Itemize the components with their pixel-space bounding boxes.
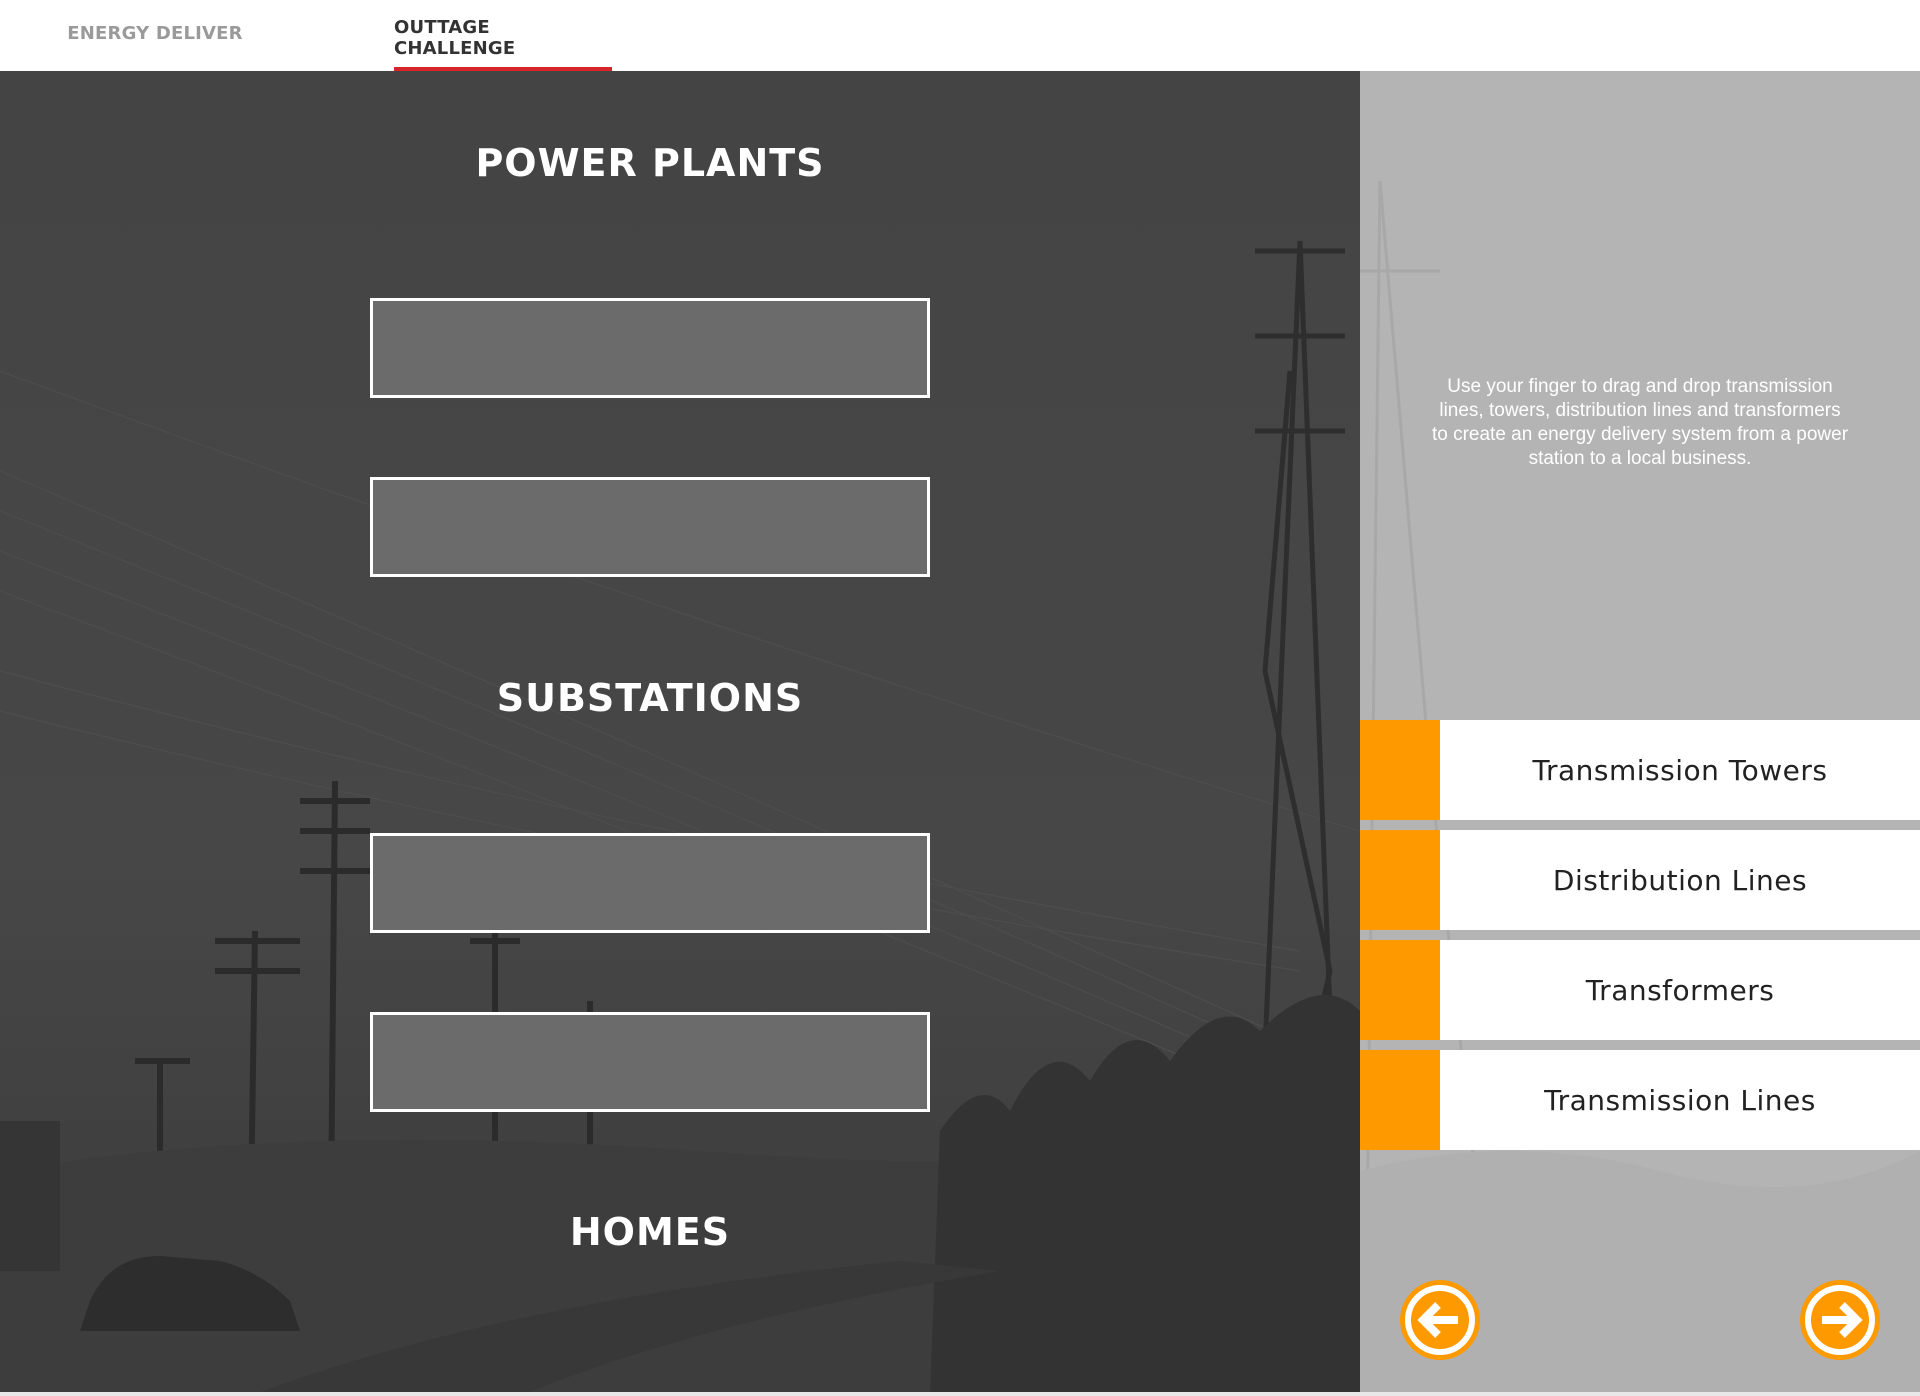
item-label: Transmission Towers (1532, 753, 1828, 787)
draggable-transmission-lines[interactable]: Transmission Lines (1360, 1050, 1920, 1150)
power-plants-drop-slot-1[interactable] (370, 298, 930, 398)
substations-title: SUBSTATIONS (496, 676, 804, 720)
draggable-transformers[interactable]: Transformers (1360, 940, 1920, 1040)
app-root: ENERGY DELIVER OUTTAGE CHALLENGE POWER P… (0, 0, 1920, 1396)
background-scene-image (0, 71, 1360, 1396)
tab-label: ENERGY DELIVER (67, 23, 243, 44)
drag-handle[interactable] (1360, 1050, 1440, 1150)
back-button[interactable] (1400, 1280, 1480, 1360)
instructions-text: Use your finger to drag and drop transmi… (1431, 376, 1849, 469)
substations-drop-slot-2[interactable] (370, 1012, 930, 1112)
forward-button[interactable] (1800, 1280, 1880, 1360)
bottom-border (0, 1392, 1920, 1396)
tab-outage-challenge[interactable]: OUTTAGE CHALLENGE (394, 2, 612, 73)
arrow-left-icon (1405, 1285, 1475, 1355)
component-panel: Use your finger to drag and drop transmi… (1360, 71, 1920, 1396)
homes-title: HOMES (569, 1210, 731, 1254)
item-label: Transformers (1585, 973, 1775, 1007)
drag-handle[interactable] (1360, 720, 1440, 820)
draggable-transmission-towers[interactable]: Transmission Towers (1360, 720, 1920, 820)
drag-handle[interactable] (1360, 940, 1440, 1040)
power-plants-title: POWER PLANTS (475, 141, 825, 185)
tab-bar: ENERGY DELIVER OUTTAGE CHALLENGE (0, 0, 1920, 71)
substations-drop-slot-1[interactable] (370, 833, 930, 933)
item-label: Transmission Lines (1544, 1083, 1816, 1117)
tab-energy-deliver[interactable]: ENERGY DELIVER (60, 0, 250, 69)
drag-handle[interactable] (1360, 830, 1440, 930)
item-label: Distribution Lines (1552, 863, 1808, 897)
challenge-board: POWER PLANTS SUBSTATIONS HOMES (0, 71, 1360, 1396)
tab-label: OUTTAGE CHALLENGE (394, 16, 516, 59)
arrow-right-icon (1805, 1285, 1875, 1355)
power-plants-drop-slot-2[interactable] (370, 477, 930, 577)
draggable-distribution-lines[interactable]: Distribution Lines (1360, 830, 1920, 930)
